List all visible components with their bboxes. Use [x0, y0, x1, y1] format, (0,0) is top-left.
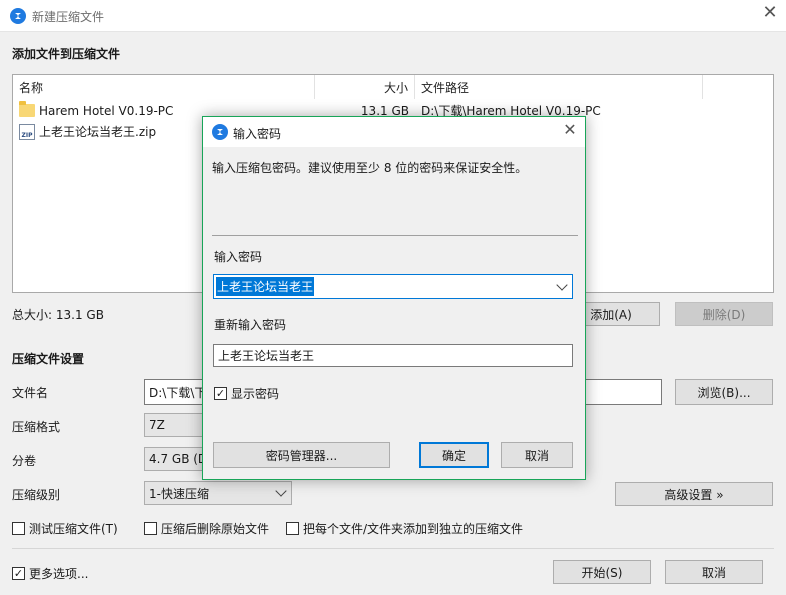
level-select[interactable]: 1-快速压缩: [144, 481, 292, 505]
ok-button[interactable]: 确定: [419, 442, 489, 468]
checkbox-label: 测试压缩文件(T): [29, 522, 118, 536]
column-header-empty: [703, 75, 773, 99]
password-label: 输入密码: [214, 250, 263, 264]
start-button[interactable]: 开始(S): [553, 560, 651, 584]
advanced-settings-button[interactable]: 高级设置 »: [615, 482, 773, 506]
window-close-icon[interactable]: ✕: [758, 4, 782, 28]
browse-button[interactable]: 浏览(B)...: [675, 379, 773, 405]
dialog-title-bar: 输入密码 ✕: [203, 117, 585, 147]
password-input-selected[interactable]: 上老王论坛当老王: [216, 277, 315, 296]
chevron-down-icon[interactable]: [556, 278, 568, 291]
app-logo-icon: [212, 124, 228, 140]
level-label: 压缩级别: [12, 488, 61, 502]
zip-file-icon: ZIP: [19, 123, 35, 140]
checkbox-box[interactable]: [12, 522, 25, 535]
checkbox-label: 更多选项...: [29, 567, 89, 581]
column-header-size[interactable]: 大小: [315, 75, 415, 99]
checkbox-box[interactable]: ✓: [214, 387, 227, 400]
app-logo-icon: [10, 8, 26, 24]
delete-after-checkbox[interactable]: 压缩后删除原始文件: [144, 520, 269, 537]
password-manager-button[interactable]: 密码管理器...: [213, 442, 390, 468]
dialog-close-icon[interactable]: ✕: [558, 121, 582, 145]
column-header-path[interactable]: 文件路径: [415, 75, 703, 99]
dialog-cancel-button[interactable]: 取消: [501, 442, 573, 468]
checkbox-box[interactable]: ✓: [12, 567, 25, 580]
settings-section-title: 压缩文件设置: [12, 352, 85, 366]
dialog-title: 输入密码: [233, 127, 282, 141]
separate-archives-checkbox[interactable]: 把每个文件/文件夹添加到独立的压缩文件: [286, 520, 523, 537]
chevron-down-icon: [275, 485, 287, 497]
checkbox-label: 压缩后删除原始文件: [161, 522, 270, 536]
folder-icon: [19, 101, 35, 117]
volume-value: 4.7 GB (D: [149, 452, 208, 466]
dialog-divider: [212, 235, 578, 236]
checkbox-box[interactable]: [144, 522, 157, 535]
filename-label: 文件名: [12, 386, 49, 400]
files-section-title: 添加文件到压缩文件: [12, 47, 121, 61]
column-header-name[interactable]: 名称: [13, 75, 315, 99]
dialog-description: 输入压缩包密码。建议使用至少 8 位的密码来保证安全性。: [212, 161, 528, 175]
format-value: 7Z: [149, 418, 165, 432]
checkbox-box[interactable]: [286, 522, 299, 535]
repeat-password-label: 重新输入密码: [214, 318, 287, 332]
password-combobox[interactable]: 上老王论坛当老王: [213, 274, 573, 299]
cancel-button[interactable]: 取消: [665, 560, 763, 584]
level-value: 1-快速压缩: [149, 486, 209, 501]
file-list-header: 名称 大小 文件路径: [13, 75, 773, 99]
checkbox-label: 把每个文件/文件夹添加到独立的压缩文件: [303, 522, 524, 536]
window-title: 新建压缩文件: [32, 10, 105, 24]
checkmark-icon: ✓: [215, 387, 226, 400]
more-options-checkbox[interactable]: ✓ 更多选项...: [12, 565, 88, 582]
total-size: 总大小: 13.1 GB: [12, 308, 104, 322]
show-password-checkbox[interactable]: ✓ 显示密码: [214, 385, 279, 402]
footer-divider: [12, 548, 774, 549]
volume-label: 分卷: [12, 454, 37, 468]
checkbox-label: 显示密码: [231, 387, 280, 401]
checkmark-icon: ✓: [13, 567, 24, 580]
format-label: 压缩格式: [12, 420, 61, 434]
delete-button[interactable]: 删除(D): [675, 302, 773, 326]
repeat-password-input[interactable]: 上老王论坛当老王: [213, 344, 573, 367]
password-dialog: 输入密码 ✕ 输入压缩包密码。建议使用至少 8 位的密码来保证安全性。 输入密码…: [202, 116, 586, 480]
window-title-bar: 新建压缩文件 ✕: [0, 0, 786, 32]
test-archive-checkbox[interactable]: 测试压缩文件(T): [12, 520, 118, 537]
